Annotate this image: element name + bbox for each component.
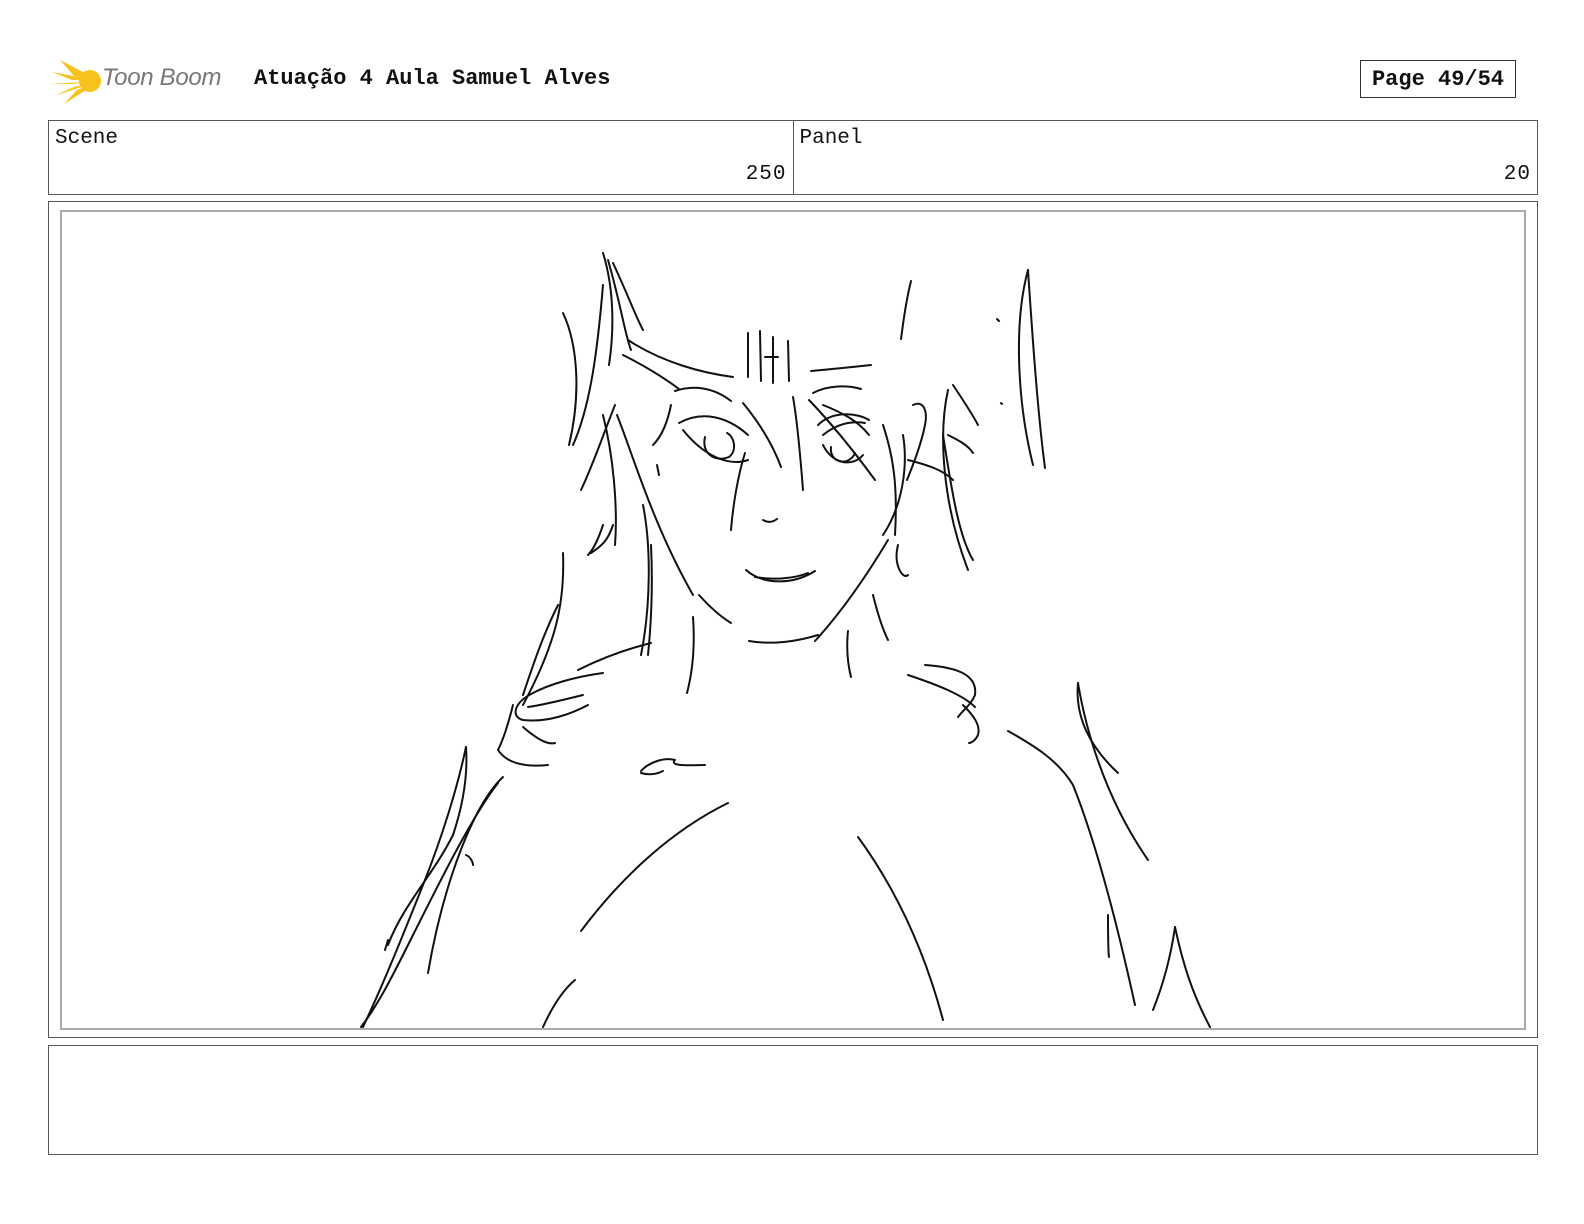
panel-number: 20 — [1503, 163, 1531, 186]
page-header: Toon Boom Atuação 4 Aula Samuel Alves Pa… — [50, 54, 1540, 106]
project-title: Atuação 4 Aula Samuel Alves — [254, 66, 611, 91]
scene-number: 250 — [745, 163, 787, 186]
scene-panel-row: Scene 250 Panel 20 — [48, 120, 1538, 195]
panel-label: Panel — [799, 127, 863, 150]
storyboard-panel-frame — [48, 201, 1538, 1038]
page-indicator: Page 49/54 — [1360, 60, 1516, 98]
toon-boom-logo: Toon Boom — [50, 56, 240, 106]
panel-notes-box — [48, 1045, 1538, 1155]
panel-cell: Panel 20 — [792, 121, 1538, 194]
logo-text: Toon Boom — [102, 64, 222, 91]
storyboard-drawing-area — [60, 210, 1526, 1030]
scene-cell: Scene 250 — [49, 121, 793, 194]
scene-label: Scene — [55, 127, 119, 150]
logo-burst-icon — [50, 60, 101, 104]
character-sketch — [360, 252, 1211, 1028]
